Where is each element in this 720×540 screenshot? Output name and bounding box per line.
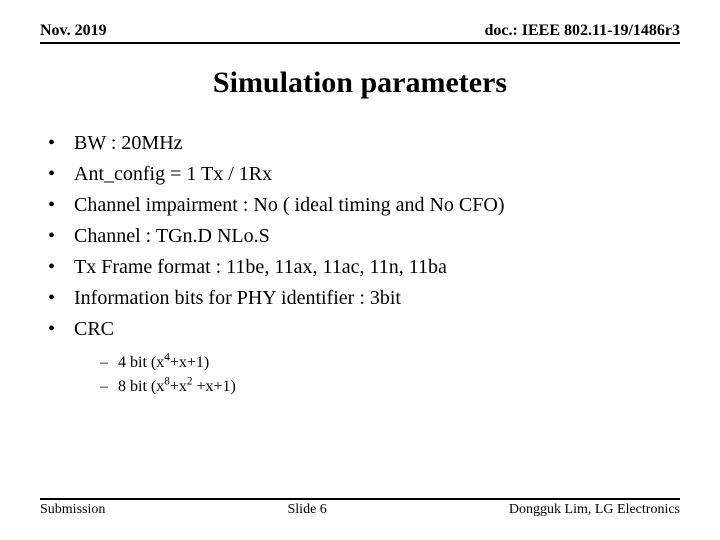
header-date: Nov. 2019	[40, 22, 107, 40]
sub-list-item: – 8 bit (x8+x2 +x+1)	[100, 375, 680, 399]
list-item: •Ant_config = 1 Tx / 1Rx	[48, 159, 680, 190]
bullet-text: Channel : TGn.D NLo.S	[74, 221, 270, 252]
sub-list-item: – 4 bit (x4+x+1)	[100, 351, 680, 375]
footer-center: Slide 6	[288, 502, 327, 518]
footer-right: Dongguk Lim, LG Electronics	[509, 502, 680, 518]
header: Nov. 2019 doc.: IEEE 802.11-19/1486r3	[40, 22, 680, 44]
bullet-text: Tx Frame format : 11be, 11ax, 11ac, 11n,…	[74, 252, 447, 283]
footer: Submission Slide 6 Dongguk Lim, LG Elect…	[40, 498, 680, 518]
list-item: •Information bits for PHY identifier : 3…	[48, 283, 680, 314]
sub-bullet-text: 4 bit (x4+x+1)	[118, 351, 209, 375]
list-item: •Tx Frame format : 11be, 11ax, 11ac, 11n…	[48, 252, 680, 283]
bullet-text: Information bits for PHY identifier : 3b…	[74, 283, 401, 314]
bullet-text: BW : 20MHz	[74, 128, 183, 159]
footer-left: Submission	[40, 502, 105, 518]
list-item: •Channel impairment : No ( ideal timing …	[48, 190, 680, 221]
sub-bullet-text: 8 bit (x8+x2 +x+1)	[118, 375, 236, 399]
sub-bullet-list: – 4 bit (x4+x+1) – 8 bit (x8+x2 +x+1)	[40, 351, 680, 399]
header-doc-id: doc.: IEEE 802.11-19/1486r3	[484, 22, 680, 40]
list-item: •BW : 20MHz	[48, 128, 680, 159]
list-item: •CRC	[48, 314, 680, 345]
bullet-text: CRC	[74, 314, 114, 345]
bullet-list: •BW : 20MHz •Ant_config = 1 Tx / 1Rx •Ch…	[40, 128, 680, 345]
bullet-text: Ant_config = 1 Tx / 1Rx	[74, 159, 272, 190]
bullet-text: Channel impairment : No ( ideal timing a…	[74, 190, 505, 221]
list-item: •Channel : TGn.D NLo.S	[48, 221, 680, 252]
page-title: Simulation parameters	[40, 66, 680, 100]
